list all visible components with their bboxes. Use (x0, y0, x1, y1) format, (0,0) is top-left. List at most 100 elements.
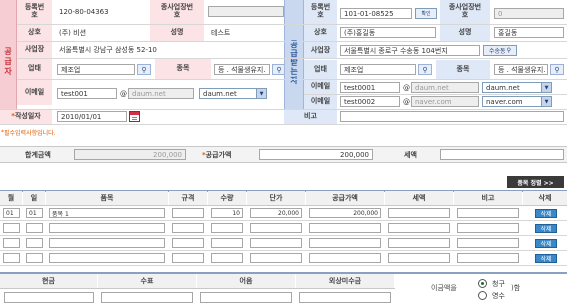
supplier-item-input[interactable]: 등 . 석물생유지. (214, 64, 270, 75)
pay-note-input[interactable] (200, 292, 292, 303)
divider (0, 220, 567, 221)
row-2-spec-input[interactable] (172, 223, 204, 233)
row-1-month-input[interactable]: 01 (3, 208, 20, 218)
divider (0, 250, 567, 251)
receiver-reg-no-input[interactable]: 101-01-08525 (340, 8, 412, 19)
row-4-delete-button[interactable]: 삭제 (535, 254, 557, 263)
row-3-item-input[interactable] (49, 238, 165, 248)
claim-radio[interactable] (478, 279, 487, 288)
pay-credit-input[interactable] (299, 292, 391, 303)
row-3-qty-input[interactable] (211, 238, 243, 248)
receiver-biz-type-label: 업태 (304, 60, 337, 79)
total-amount-input[interactable]: 200,000 (74, 149, 186, 160)
receiver-ceo-input[interactable]: 홍길동 (494, 27, 564, 38)
calendar-icon[interactable] (129, 111, 140, 122)
row-1-supply-input[interactable]: 200,000 (309, 208, 381, 218)
supplier-biz-type-search-icon[interactable]: ⚲ (137, 64, 151, 75)
row-1-memo-input[interactable] (457, 208, 519, 218)
row-2-delete-button[interactable]: 삭제 (535, 224, 557, 233)
supplier-biz-type-label: 업태 (17, 59, 52, 79)
row-4-day-input[interactable] (26, 253, 43, 263)
row-3-unit-price-input[interactable] (250, 238, 302, 248)
row-4-unit-price-input[interactable] (250, 253, 302, 263)
row-4-item-input[interactable] (49, 253, 165, 263)
row-4-qty-input[interactable] (211, 253, 243, 263)
row-3-tax-input[interactable] (388, 238, 450, 248)
receiver-biz-type-search-icon[interactable]: ⚲ (418, 64, 432, 75)
row-1-day-input[interactable]: 01 (26, 208, 43, 218)
row-1-qty-input[interactable]: 10 (211, 208, 243, 218)
receiver-addr-input[interactable]: 서울특별시 종로구 수송동 104번지 (340, 45, 480, 56)
row-4-tax-input[interactable] (388, 253, 450, 263)
receipt-radio[interactable] (478, 291, 487, 300)
supplier-email-domain-input[interactable]: daum.net (128, 88, 194, 99)
receiver-biz-type-input[interactable]: 제조업 (340, 64, 416, 75)
receiver-email-domain-input[interactable]: daum.net (411, 82, 479, 93)
chevron-down-icon: ▼ (256, 89, 266, 98)
row-3-memo-input[interactable] (457, 238, 519, 248)
claim-label: 청구 (492, 279, 505, 288)
row-2-tax-input[interactable] (388, 223, 450, 233)
row-3-spec-input[interactable] (172, 238, 204, 248)
row-4-supply-input[interactable] (309, 253, 381, 263)
row-2-month-input[interactable] (3, 223, 20, 233)
supplier-reg-no-label: 등록번호 (17, 0, 52, 24)
pay-check-header: 수표 (98, 274, 196, 288)
row-1-delete-button[interactable]: 삭제 (535, 209, 557, 218)
row-1-tax-input[interactable] (388, 208, 450, 218)
receiver-email2-select-value: naver.com (486, 97, 523, 106)
pay-check-input[interactable] (101, 292, 193, 303)
receiver-email2-label: 이메일 (304, 95, 337, 109)
tax-amount-input[interactable] (440, 149, 564, 160)
write-date-input[interactable]: 2010/01/01 (57, 111, 127, 122)
receiver-item-input[interactable]: 등 . 석물생유지. (494, 64, 548, 75)
receiver-sidebar: 공급받는자 (284, 0, 304, 124)
pay-credit-header: 외상미수금 (296, 274, 394, 288)
row-1-item-input[interactable]: 품목 1 (49, 208, 165, 218)
receiver-addr-lookup-button[interactable]: 수송동 ⚲ (483, 45, 517, 56)
supplier-email-domain-select[interactable]: daum.net ▼ (199, 88, 267, 99)
supplier-email-id-input[interactable]: test001 (57, 88, 117, 99)
receiver-branch-input[interactable]: 0 (494, 8, 564, 19)
memo-input[interactable] (340, 111, 564, 122)
row-4-spec-input[interactable] (172, 253, 204, 263)
receiver-name-input[interactable]: (주)홍길동 (340, 27, 436, 38)
row-3-supply-input[interactable] (309, 238, 381, 248)
receiver-addr-label: 사업장 (304, 42, 337, 59)
pay-cash-header: 현금 (0, 274, 97, 288)
required-note-text: 필수입력사항입니다. (4, 129, 56, 137)
row-2-day-input[interactable] (26, 223, 43, 233)
row-2-qty-input[interactable] (211, 223, 243, 233)
row-3-day-input[interactable] (26, 238, 43, 248)
receipt-suffix: )함 (511, 284, 521, 292)
row-2-memo-input[interactable] (457, 223, 519, 233)
supplier-name-label: 상호 (17, 25, 52, 41)
receiver-email-domain-select[interactable]: daum.net ▼ (482, 82, 552, 93)
supplier-branch-input[interactable] (208, 6, 284, 17)
divider (0, 162, 567, 163)
row-2-supply-input[interactable] (309, 223, 381, 233)
row-3-delete-button[interactable]: 삭제 (535, 239, 557, 248)
receiver-email2-domain-select[interactable]: naver.com ▼ (482, 96, 552, 107)
supply-amount-input[interactable]: 200,000 (259, 149, 373, 160)
row-1-spec-input[interactable] (172, 208, 204, 218)
receiver-item-search-icon[interactable]: ⚲ (550, 64, 564, 75)
sort-items-button[interactable]: 품목 정렬 >> (507, 176, 564, 188)
receiver-email-id-input[interactable]: test0001 (340, 82, 400, 93)
row-2-item-input[interactable] (49, 223, 165, 233)
receiver-confirm-button[interactable]: 확인 (415, 8, 437, 19)
row-4-month-input[interactable] (3, 253, 20, 263)
row-3-month-input[interactable] (3, 238, 20, 248)
row-4-memo-input[interactable] (457, 253, 519, 263)
divider (17, 24, 567, 25)
receiver-email2-domain-input[interactable]: naver.com (411, 96, 479, 107)
row-2-unit-price-input[interactable] (250, 223, 302, 233)
row-1-unit-price-input[interactable]: 20,000 (250, 208, 302, 218)
divider (0, 205, 567, 206)
supplier-sidebar-label: 공급자 (3, 47, 13, 77)
receiver-email2-id-input[interactable]: test0002 (340, 96, 400, 107)
supplier-biz-type-input[interactable]: 제조업 (57, 64, 135, 75)
col-tax: 세액 (385, 191, 453, 205)
pay-cash-input[interactable] (4, 292, 94, 303)
pay-note-header: 어음 (197, 274, 295, 288)
